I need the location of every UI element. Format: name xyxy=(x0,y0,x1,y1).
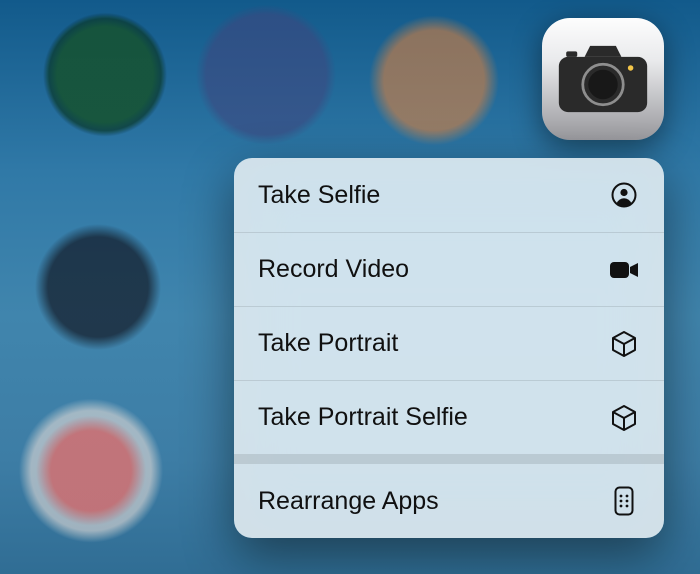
menu-item-label: Take Portrait Selfie xyxy=(258,403,608,432)
menu-item-record-video[interactable]: Record Video xyxy=(234,232,664,306)
camera-app-icon[interactable] xyxy=(542,18,664,140)
apps-grid-icon xyxy=(608,486,640,516)
menu-item-label: Rearrange Apps xyxy=(258,487,608,516)
selfie-icon xyxy=(608,182,640,208)
menu-item-take-selfie[interactable]: Take Selfie xyxy=(234,158,664,232)
menu-item-label: Take Selfie xyxy=(258,181,608,210)
menu-item-rearrange-apps[interactable]: Rearrange Apps xyxy=(234,464,664,538)
cube-icon xyxy=(608,330,640,358)
video-icon xyxy=(608,260,640,280)
camera-icon xyxy=(557,43,649,115)
menu-item-take-portrait[interactable]: Take Portrait xyxy=(234,306,664,380)
cube-icon xyxy=(608,404,640,432)
home-screen-blurred: Take Selfie Record Video Take Portrait xyxy=(0,0,700,574)
quick-actions-menu: Take Selfie Record Video Take Portrait xyxy=(234,158,664,538)
menu-item-take-portrait-selfie[interactable]: Take Portrait Selfie xyxy=(234,380,664,454)
menu-item-label: Record Video xyxy=(258,255,608,284)
menu-item-label: Take Portrait xyxy=(258,329,608,358)
menu-separator xyxy=(234,454,664,464)
